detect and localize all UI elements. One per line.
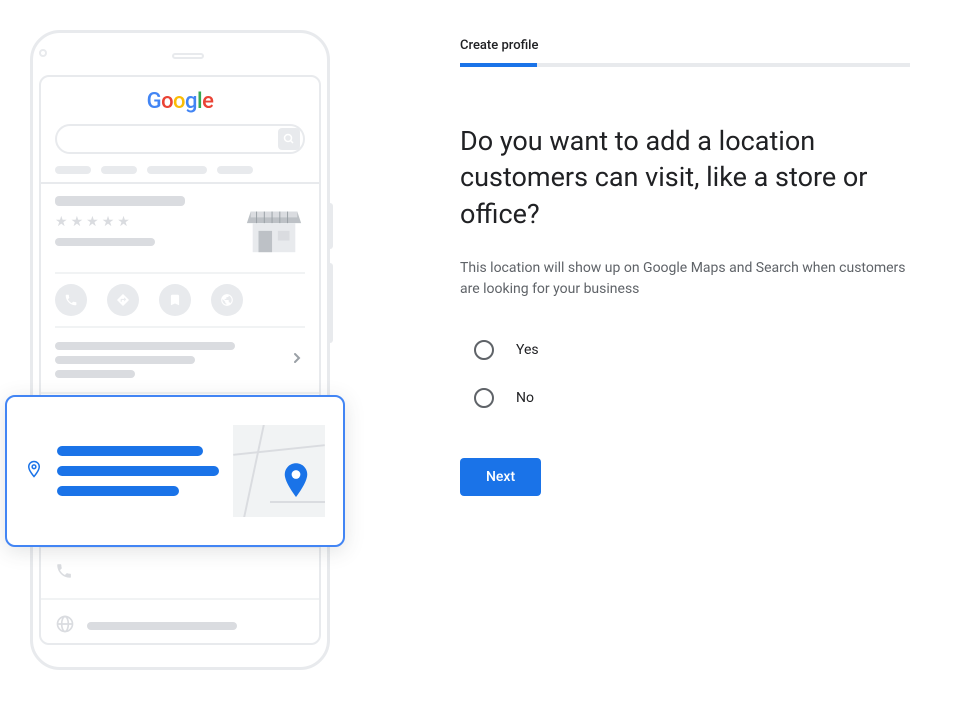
radio-label: No	[516, 390, 534, 406]
search-bar-placeholder	[55, 124, 305, 154]
website-icon	[211, 284, 243, 316]
next-button[interactable]: Next	[460, 458, 541, 496]
action-buttons-row	[55, 272, 305, 328]
question-subtext: This location will show up on Google Map…	[460, 258, 910, 300]
info-row-phone	[41, 548, 319, 600]
phone-icon	[55, 562, 75, 584]
info-row-website	[41, 600, 319, 645]
question-heading: Do you want to add a location customers …	[460, 123, 910, 232]
map-thumbnail	[233, 425, 325, 517]
radio-group: Yes No	[460, 340, 910, 408]
progress-fill	[460, 63, 537, 67]
phone-notch	[39, 43, 321, 63]
location-text-placeholder	[57, 446, 219, 496]
form-panel: Create profile Do you want to add a loca…	[380, 0, 940, 701]
progress-bar	[460, 63, 910, 67]
radio-icon	[474, 340, 494, 360]
tabs-placeholder	[55, 166, 305, 174]
map-pin-icon	[281, 463, 311, 505]
location-pin-icon	[25, 458, 43, 484]
knowledge-panel-placeholder: ★★★★★	[41, 182, 319, 266]
radio-option-yes[interactable]: Yes	[474, 340, 910, 360]
globe-icon	[55, 614, 75, 638]
phone-side-button	[327, 203, 333, 249]
phone-mockup: Google ★★★★★	[30, 30, 330, 670]
radio-label: Yes	[516, 342, 539, 358]
bookmark-icon	[159, 284, 191, 316]
radio-option-no[interactable]: No	[474, 388, 910, 408]
step-label: Create profile	[460, 38, 910, 53]
storefront-icon	[243, 196, 305, 262]
illustration-panel: Google ★★★★★	[0, 0, 380, 701]
phone-side-button	[327, 263, 333, 343]
directions-icon	[107, 284, 139, 316]
call-icon	[55, 284, 87, 316]
phone-screen: Google ★★★★★	[39, 75, 321, 645]
radio-icon	[474, 388, 494, 408]
search-icon	[278, 128, 300, 150]
location-highlight-card	[5, 395, 345, 547]
chevron-right-icon	[289, 350, 305, 370]
google-logo: Google	[41, 89, 319, 114]
info-row-address	[41, 328, 319, 394]
